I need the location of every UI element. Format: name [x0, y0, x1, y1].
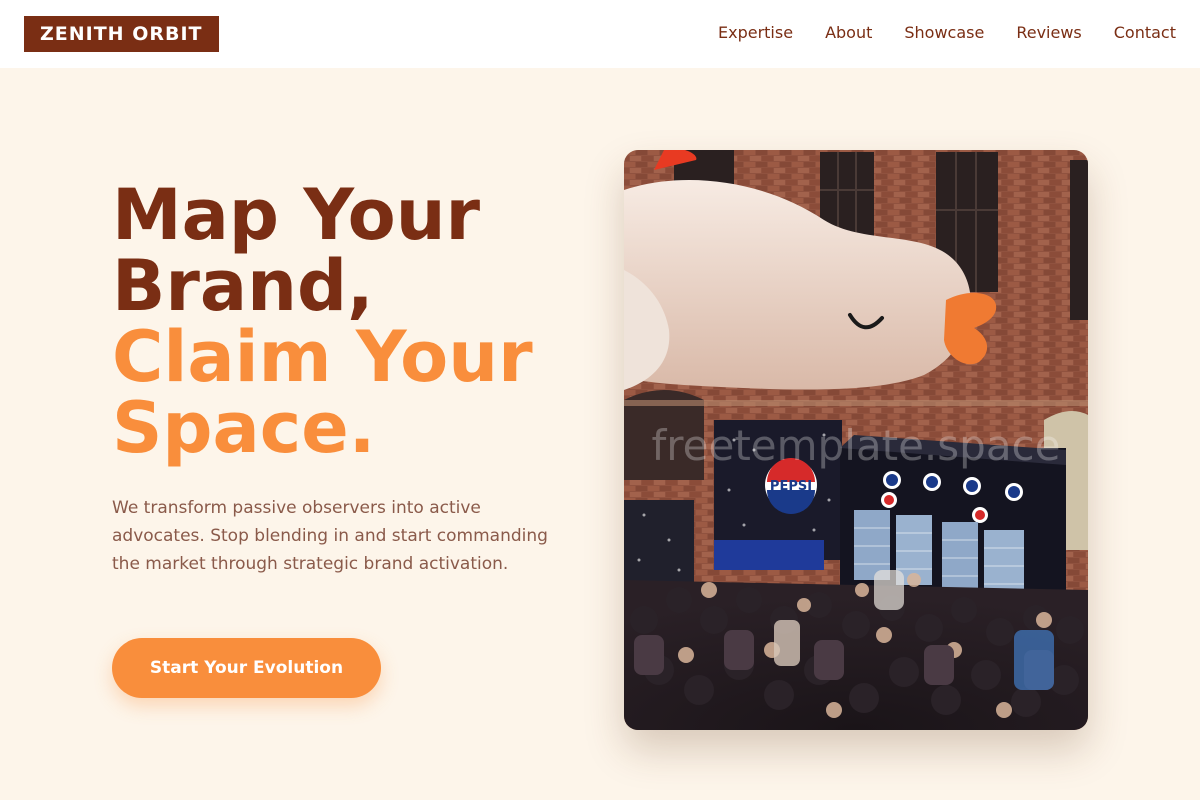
nav-link-showcase[interactable]: Showcase [904, 23, 984, 42]
logo[interactable]: ZENITH ORBIT [24, 16, 219, 52]
main-nav: Expertise About Showcase Reviews Contact [686, 0, 1176, 64]
hero-title-line-3: Claim Your [112, 316, 533, 398]
site-header: ZENITH ORBIT Expertise About Showcase Re… [0, 0, 1200, 68]
hero-title-line-1: Map Your [112, 174, 481, 256]
hero-title: Map Your Brand, Claim Your Space. [112, 180, 592, 464]
hero-title-line-4: Space. [112, 387, 376, 469]
nav-link-expertise[interactable]: Expertise [718, 23, 793, 42]
hero-description: We transform passive observers into acti… [112, 498, 548, 574]
start-evolution-button[interactable]: Start Your Evolution [112, 638, 381, 698]
nav-link-contact[interactable]: Contact [1114, 23, 1176, 42]
hero-title-line-2: Brand, [112, 245, 374, 327]
nav-link-about[interactable]: About [825, 23, 872, 42]
nav-link-reviews[interactable]: Reviews [1016, 23, 1081, 42]
pepsi-logo-text: PEPSI [770, 479, 812, 494]
hero-image: PEPSI freetemplate.space [624, 150, 1088, 730]
watermark-text: freetemplate.space [652, 421, 1061, 470]
event-photo-illustration: PEPSI freetemplate.space [624, 150, 1088, 730]
